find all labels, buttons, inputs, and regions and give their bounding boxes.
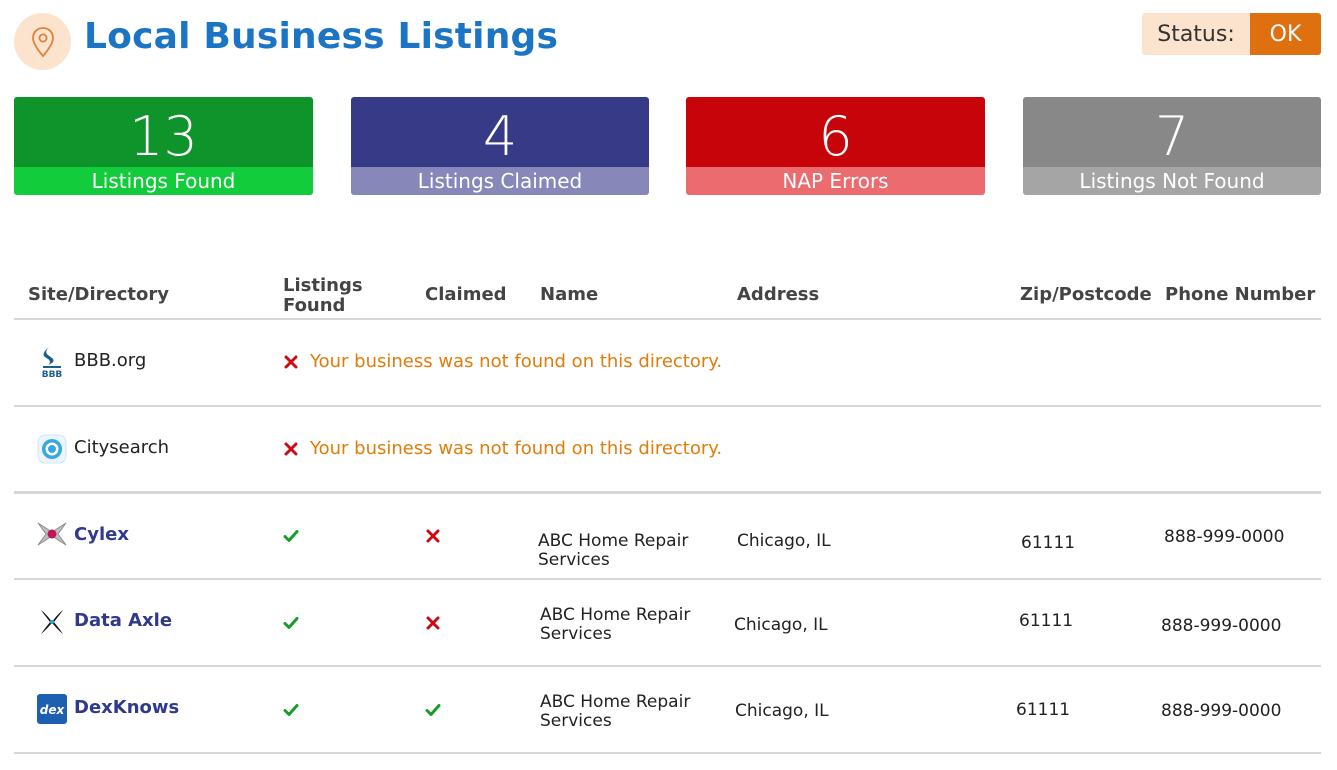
business-name-cell: ABC Home Repair Services [538,532,708,570]
business-name-line: ABC Home Repair [540,605,691,625]
kpi-label: Listings Not Found [1023,167,1321,195]
column-header-site: Site/Directory [28,284,169,305]
kpi-listings-not-found: 7 Listings Not Found [1023,97,1321,195]
divider [14,752,1321,754]
column-header-zip: Zip/Postcode [1020,284,1152,305]
kpi-value: 13 [14,97,313,168]
cross-icon [426,616,440,630]
divider [14,491,1321,494]
kpi-nap-errors: 6 NAP Errors [686,97,985,195]
status-value: OK [1250,13,1321,55]
svg-text:dex: dex [40,703,66,717]
message-text: Your business was not found on this dire… [310,438,723,459]
phone-cell: 888-999-0000 [1161,701,1282,721]
map-pin-icon [14,13,71,70]
kpi-value: 7 [1023,97,1321,168]
site-name: BBB.org [74,350,147,371]
business-name-line: ABC Home Repair [540,692,691,712]
divider [14,665,1321,667]
column-header-name: Name [540,284,599,305]
column-header-phone: Phone Number [1165,284,1316,305]
business-name-line: Services [540,624,612,644]
column-header-address: Address [737,284,820,305]
not-found-message: Your business was not found on this dire… [284,351,722,372]
local-listings-page: Local Business Listings Status: OK 13 Li… [0,0,1337,770]
site-name: Citysearch [74,437,170,458]
page-title: Local Business Listings [84,16,559,57]
address-cell: Chicago, IL [735,701,829,721]
phone-cell: 888-999-0000 [1161,616,1282,636]
divider [14,318,1321,320]
kpi-value: 4 [351,97,649,168]
business-name-line: Services [538,550,610,570]
check-icon [283,704,299,716]
check-icon [283,617,299,629]
kpi-value: 6 [686,97,985,168]
phone-cell: 888-999-0000 [1164,527,1285,547]
address-cell: Chicago, IL [737,531,831,551]
column-header-claimed: Claimed [425,284,507,305]
business-name-line: Services [540,711,612,731]
not-found-message: Your business was not found on this dire… [284,438,722,459]
business-name-cell: ABC Home Repair Services [540,693,710,731]
citysearch-logo-icon [36,433,68,465]
check-icon [283,530,299,542]
kpi-label: Listings Found [14,167,313,195]
site-link-data-axle[interactable]: Data Axle [74,610,172,631]
status-badge: Status: OK [1142,13,1321,55]
cylex-logo-icon [36,518,68,550]
cross-icon [284,442,298,455]
data-axle-logo-icon [36,606,68,638]
dexknows-logo-icon: dex [36,693,68,725]
status-label: Status: [1142,13,1250,55]
column-header-line: Listings [283,275,363,296]
kpi-label: NAP Errors [686,167,985,195]
zip-cell: 61111 [1019,611,1074,631]
cross-icon [426,529,440,543]
kpi-listings-claimed: 4 Listings Claimed [351,97,649,195]
column-header-line: Found [283,295,346,316]
kpi-label: Listings Claimed [351,167,649,195]
bbb-logo-icon: BBB [36,346,68,380]
svg-text:BBB: BBB [42,370,63,378]
business-name-cell: ABC Home Repair Services [540,606,710,644]
divider [14,578,1321,580]
zip-cell: 61111 [1021,533,1076,553]
site-link-dexknows[interactable]: DexKnows [74,697,179,718]
column-header-listings-found: Listings Found [283,276,363,316]
divider [14,405,1321,407]
check-icon [425,704,441,716]
message-text: Your business was not found on this dire… [310,351,723,372]
zip-cell: 61111 [1016,700,1071,720]
cross-icon [284,355,298,368]
business-name-line: ABC Home Repair [538,531,689,551]
kpi-listings-found: 13 Listings Found [14,97,313,195]
site-link-cylex[interactable]: Cylex [74,524,129,545]
address-cell: Chicago, IL [734,615,828,635]
